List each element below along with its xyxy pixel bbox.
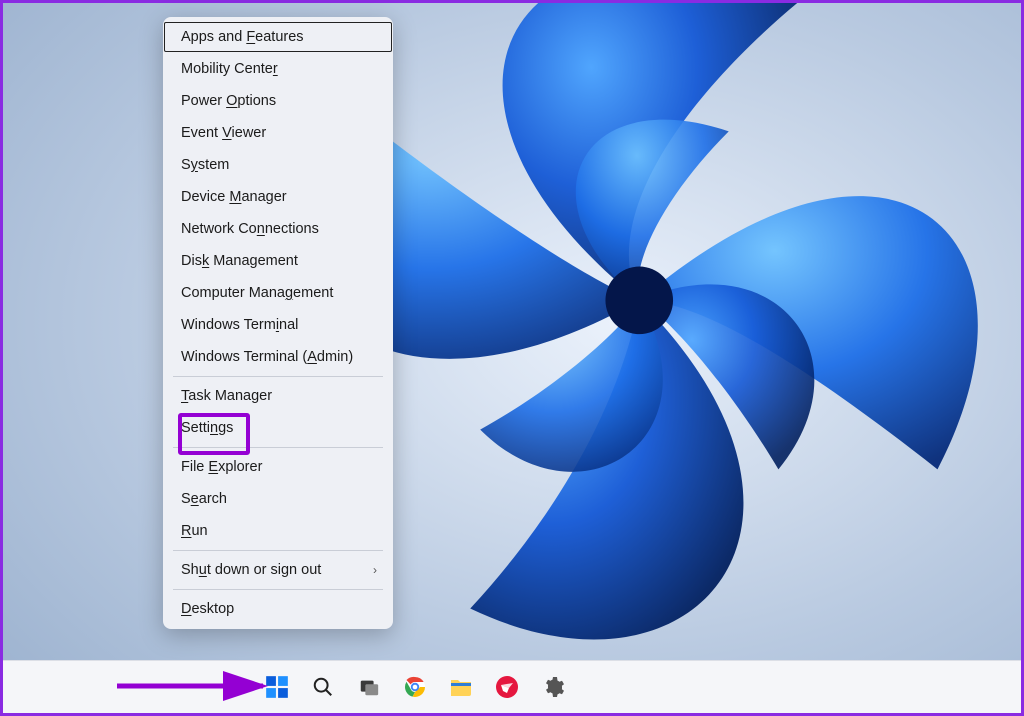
start-button[interactable] [263, 673, 291, 701]
file-explorer-button[interactable] [447, 673, 475, 701]
menu-item-label: Computer Management [181, 285, 333, 301]
start-icon [264, 674, 290, 700]
menu-item-windows-terminal[interactable]: Windows Terminal [163, 309, 393, 341]
menu-item-label: System [181, 157, 229, 173]
gear-icon [541, 675, 565, 699]
chevron-right-icon: › [373, 563, 377, 577]
menu-separator [173, 550, 383, 551]
mail-icon [495, 675, 519, 699]
menu-item-network-connections[interactable]: Network Connections [163, 213, 393, 245]
menu-item-label: Apps and Features [181, 29, 304, 45]
menu-item-label: Device Manager [181, 189, 287, 205]
menu-item-label: Desktop [181, 601, 234, 617]
taskbar-search-button[interactable] [309, 673, 337, 701]
menu-item-label: Disk Management [181, 253, 298, 269]
menu-item-shutdown[interactable]: Shut down or sign out › [163, 554, 393, 586]
taskbar [3, 660, 1021, 713]
menu-item-event-viewer[interactable]: Event Viewer [163, 117, 393, 149]
menu-item-windows-terminal-admin[interactable]: Windows Terminal (Admin) [163, 341, 393, 373]
menu-item-desktop[interactable]: Desktop [163, 593, 393, 625]
menu-item-power-options[interactable]: Power Options [163, 85, 393, 117]
winx-menu: Apps and Features Mobility Center Power Op… [163, 17, 393, 629]
desktop-wallpaper [3, 3, 1021, 713]
menu-item-label: Task Manager [181, 388, 272, 404]
settings-button[interactable] [539, 673, 567, 701]
menu-item-settings[interactable]: Settings [163, 412, 393, 444]
menu-item-label: Windows Terminal (Admin) [181, 349, 353, 365]
menu-item-label: Event Viewer [181, 125, 266, 141]
menu-item-label: Power Options [181, 93, 276, 109]
taskview-icon [358, 676, 380, 698]
menu-item-label: Mobility Center [181, 61, 278, 77]
menu-separator [173, 589, 383, 590]
search-icon [312, 676, 334, 698]
mail-button[interactable] [493, 673, 521, 701]
screenshot-frame: Apps and Features Mobility Center Power Op… [0, 0, 1024, 716]
menu-item-label: Search [181, 491, 227, 507]
menu-separator [173, 447, 383, 448]
menu-item-apps-features[interactable]: Apps and Features [163, 21, 393, 53]
menu-item-label: Shut down or sign out [181, 562, 321, 578]
menu-item-mobility-center[interactable]: Mobility Center [163, 53, 393, 85]
menu-item-device-manager[interactable]: Device Manager [163, 181, 393, 213]
menu-item-computer-management[interactable]: Computer Management [163, 277, 393, 309]
chrome-icon [403, 675, 427, 699]
menu-separator [173, 376, 383, 377]
menu-item-label: Settings [181, 420, 233, 436]
chrome-button[interactable] [401, 673, 429, 701]
menu-item-run[interactable]: Run [163, 515, 393, 547]
menu-item-label: File Explorer [181, 459, 262, 475]
menu-item-file-explorer[interactable]: File Explorer [163, 451, 393, 483]
menu-item-label: Windows Terminal [181, 317, 298, 333]
explorer-icon [449, 676, 473, 698]
menu-item-system[interactable]: System [163, 149, 393, 181]
menu-item-disk-management[interactable]: Disk Management [163, 245, 393, 277]
menu-item-task-manager[interactable]: Task Manager [163, 380, 393, 412]
menu-item-label: Run [181, 523, 208, 539]
task-view-button[interactable] [355, 673, 383, 701]
menu-item-search[interactable]: Search [163, 483, 393, 515]
menu-item-label: Network Connections [181, 221, 319, 237]
